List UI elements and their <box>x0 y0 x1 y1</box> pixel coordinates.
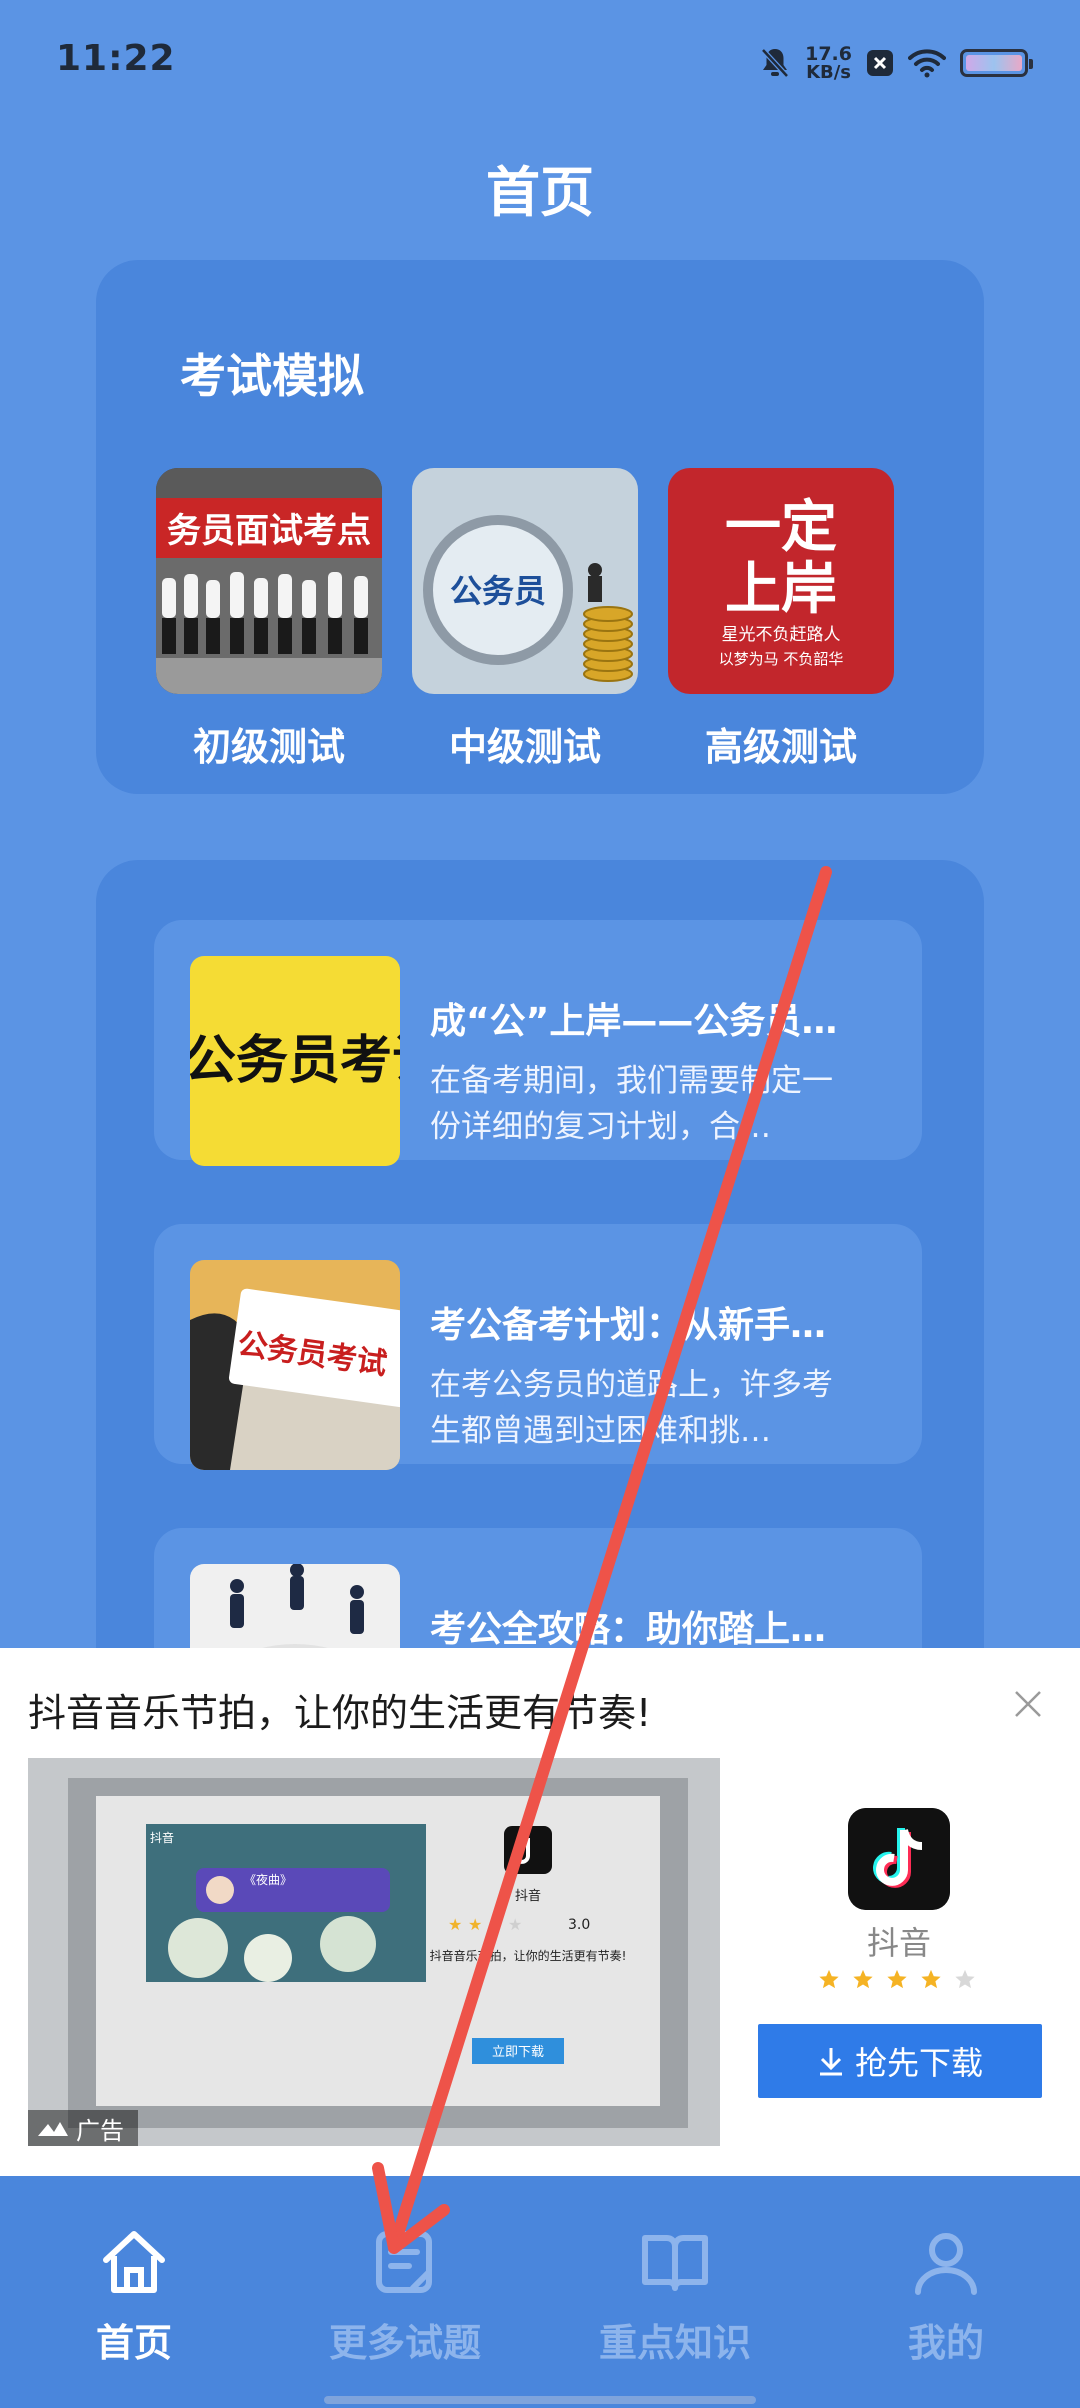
nav-item-more-questions[interactable]: 更多试题 <box>295 2226 515 2367</box>
svg-text:★: ★ <box>448 1915 462 1934</box>
article-title: 成“公”上岸——公务员… <box>430 1001 838 1042</box>
ad-media[interactable]: 《夜曲》 抖音 抖音 ★ ★ ★ ★ 3.0 抖音音乐节拍，让你的生活更有节奏! 立… <box>28 1758 720 2146</box>
svg-text:以梦为马 不负韶华: 以梦为马 不负韶华 <box>719 650 844 668</box>
svg-text:立即下载: 立即下载 <box>492 2045 544 2060</box>
ad-headline: 抖音音乐节拍，让你的生活更有节奏! <box>28 1691 652 1735</box>
svg-text:★: ★ <box>508 1915 522 1934</box>
nav-label: 更多试题 <box>328 2321 481 2365</box>
advanced-exam-thumbnail: 一定 上岸 星光不负赶路人 以梦为马 不负韶华 <box>668 468 894 694</box>
nav-item-profile[interactable]: 我的 <box>836 2226 1056 2367</box>
article-description: 在考公务员的道路上，许多考生都曾遇到过困难和挑… <box>430 1367 833 1449</box>
ad-app-name: 抖音 <box>866 1924 931 1962</box>
ad-preview-image: 《夜曲》 抖音 抖音 ★ ★ ★ ★ 3.0 抖音音乐节拍，让你的生活更有节奏! 立… <box>28 1758 720 2146</box>
article-thumbnail: 公务员考试 <box>190 1260 400 1470</box>
rating-stars <box>818 1968 976 1990</box>
download-icon <box>819 2048 842 2076</box>
bottom-nav: 首页 更多试题 重点知识 我的 <box>0 2176 1080 2408</box>
advanced-exam-label: 高级测试 <box>704 725 857 769</box>
status-bar: 11:22 17.6 KB/s <box>0 0 1080 120</box>
star-icon <box>921 1969 941 1989</box>
article-thumbnail: 公务员考试 <box>190 956 400 1166</box>
nav-label: 我的 <box>907 2321 984 2365</box>
ad-label: 广告 <box>28 2110 138 2146</box>
user-icon <box>915 2233 977 2295</box>
article-title: 考公备考计划：从新手… <box>430 1305 827 1346</box>
exam-item-beginner[interactable]: 务员面试考点 初级测试 <box>156 468 382 771</box>
svg-text:★: ★ <box>468 1915 482 1934</box>
wifi-icon <box>908 49 946 78</box>
ad-banner[interactable]: 抖音音乐节拍，让你的生活更有节奏! 《夜曲》 抖音 抖音 ★ ★ ★ ★ 3.0 抖… <box>0 1648 1080 2176</box>
articles-panel: 公务员考试 成“公”上岸——公务员… 在备考期间，我们需要制定一份详细的复习计划… <box>96 860 984 1774</box>
app-notification-icon <box>867 50 893 76</box>
download-button[interactable]: 抢先下载 <box>758 2024 1042 2098</box>
home-icon <box>103 2231 165 2293</box>
svg-text:上岸: 上岸 <box>725 557 837 622</box>
exam-section-title: 考试模拟 <box>180 349 364 403</box>
status-time: 11:22 <box>56 38 176 79</box>
article-title: 考公全攻略：助你踏上… <box>430 1609 827 1650</box>
svg-text:星光不负赶路人: 星光不负赶路人 <box>722 625 841 645</box>
svg-text:抖音: 抖音 <box>515 1888 541 1904</box>
svg-text:3.0: 3.0 <box>568 1917 590 1933</box>
exam-item-advanced[interactable]: 一定 上岸 星光不负赶路人 以梦为马 不负韶华 高级测试 <box>668 468 894 771</box>
exam-item-intermediate[interactable]: 公务员 中级测试 <box>412 468 638 771</box>
ad-logo-icon <box>38 2122 68 2136</box>
svg-text:抖音音乐节拍，让你的生活更有节奏!: 抖音音乐节拍，让你的生活更有节奏! <box>430 1948 627 1963</box>
tiktok-app-icon[interactable] <box>848 1808 950 1910</box>
svg-text:抖音: 抖音 <box>150 1830 174 1845</box>
svg-text:务员面试考点: 务员面试考点 <box>167 511 371 551</box>
beginner-exam-label: 初级测试 <box>192 725 345 769</box>
close-icon[interactable] <box>1010 1686 1046 1722</box>
svg-text:公务员: 公务员 <box>450 572 546 610</box>
book-icon <box>642 2235 708 2291</box>
question-sheet-icon <box>376 2231 432 2293</box>
exam-simulation-card: 考试模拟 务员面试考点 初级测试 公务员 中级测试 一定 上岸 星光不负赶路人 … <box>96 260 984 794</box>
svg-text:★: ★ <box>488 1915 502 1934</box>
beginner-exam-thumbnail: 务员面试考点 <box>156 468 382 694</box>
status-icons: 17.6 KB/s <box>759 40 1033 86</box>
net-speed: 17.6 KB/s <box>805 42 852 83</box>
article-card[interactable]: 公务员考试 成“公”上岸——公务员… 在备考期间，我们需要制定一份详细的复习计划… <box>154 920 922 1166</box>
nav-item-key-knowledge[interactable]: 重点知识 <box>565 2226 785 2367</box>
battery-icon <box>960 49 1033 77</box>
nav-item-home[interactable]: 首页 <box>24 2226 244 2367</box>
star-icon <box>887 1969 907 1989</box>
star-icon <box>955 1969 975 1989</box>
star-icon <box>819 1969 839 1989</box>
svg-text:公务员考试: 公务员考试 <box>190 1031 400 1091</box>
nav-label: 重点知识 <box>598 2321 751 2365</box>
svg-text:《夜曲》: 《夜曲》 <box>244 1872 292 1887</box>
article-description: 在备考期间，我们需要制定一份详细的复习计划，合… <box>430 1063 833 1145</box>
svg-text:一定: 一定 <box>725 495 837 560</box>
intermediate-exam-label: 中级测试 <box>448 725 601 769</box>
nav-label: 首页 <box>95 2321 172 2365</box>
intermediate-exam-thumbnail: 公务员 <box>412 468 638 694</box>
home-indicator[interactable] <box>324 2396 756 2404</box>
article-card[interactable]: 公务员考试 考公备考计划：从新手… 在考公务员的道路上，许多考生都曾遇到过困难和… <box>154 1224 922 1470</box>
page-title: 首页 <box>486 161 594 224</box>
mute-bell-icon <box>761 48 789 78</box>
star-icon <box>853 1969 873 1989</box>
